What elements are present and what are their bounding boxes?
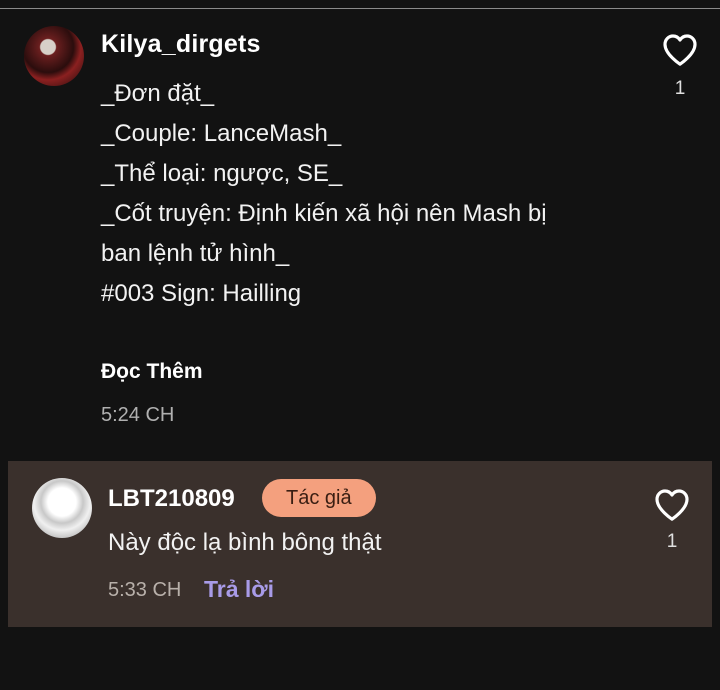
comment-line: _Couple: LanceMash_ xyxy=(101,120,342,147)
reply-like-button[interactable] xyxy=(652,485,692,525)
reply-avatar[interactable] xyxy=(32,478,92,538)
heart-outline-icon xyxy=(663,34,697,66)
reply-timestamp: 5:33 CH xyxy=(108,579,182,601)
comment: Kilya_dirgets _Đơn đặt_ _Couple: LanceMa… xyxy=(0,20,720,440)
comment-line: ban lệnh tử hình_ xyxy=(101,240,290,267)
reply-username[interactable]: LBT210809 xyxy=(108,485,235,513)
comment-line: _Cốt truyện: Định kiến xã hội nên Mash b… xyxy=(101,200,547,227)
like-button[interactable] xyxy=(660,30,700,70)
comment-timestamp: 5:24 CH xyxy=(101,404,175,426)
comment-username[interactable]: Kilya_dirgets xyxy=(101,30,261,59)
reply-text: Này độc lạ bình bông thật xyxy=(108,529,382,556)
avatar[interactable] xyxy=(24,26,84,86)
reply-like-count: 1 xyxy=(666,531,678,552)
reply-comment: LBT210809 Tác giả Này độc lạ bình bông t… xyxy=(8,461,712,627)
comment-line: _Đơn đặt_ xyxy=(101,80,215,107)
author-badge: Tác giả xyxy=(262,479,376,517)
read-more-button[interactable]: Đọc Thêm xyxy=(101,360,203,384)
comment-line: _Thể loại: ngược, SE_ xyxy=(101,160,343,187)
comment-line: #003 Sign: Hailling xyxy=(101,280,302,307)
comment-body: _Đơn đặt_ _Couple: LanceMash_ _Thể loại:… xyxy=(101,74,621,314)
heart-outline-icon xyxy=(655,489,689,521)
like-count: 1 xyxy=(674,78,686,99)
top-divider xyxy=(0,8,720,9)
reply-button[interactable]: Trả lời xyxy=(204,576,274,603)
